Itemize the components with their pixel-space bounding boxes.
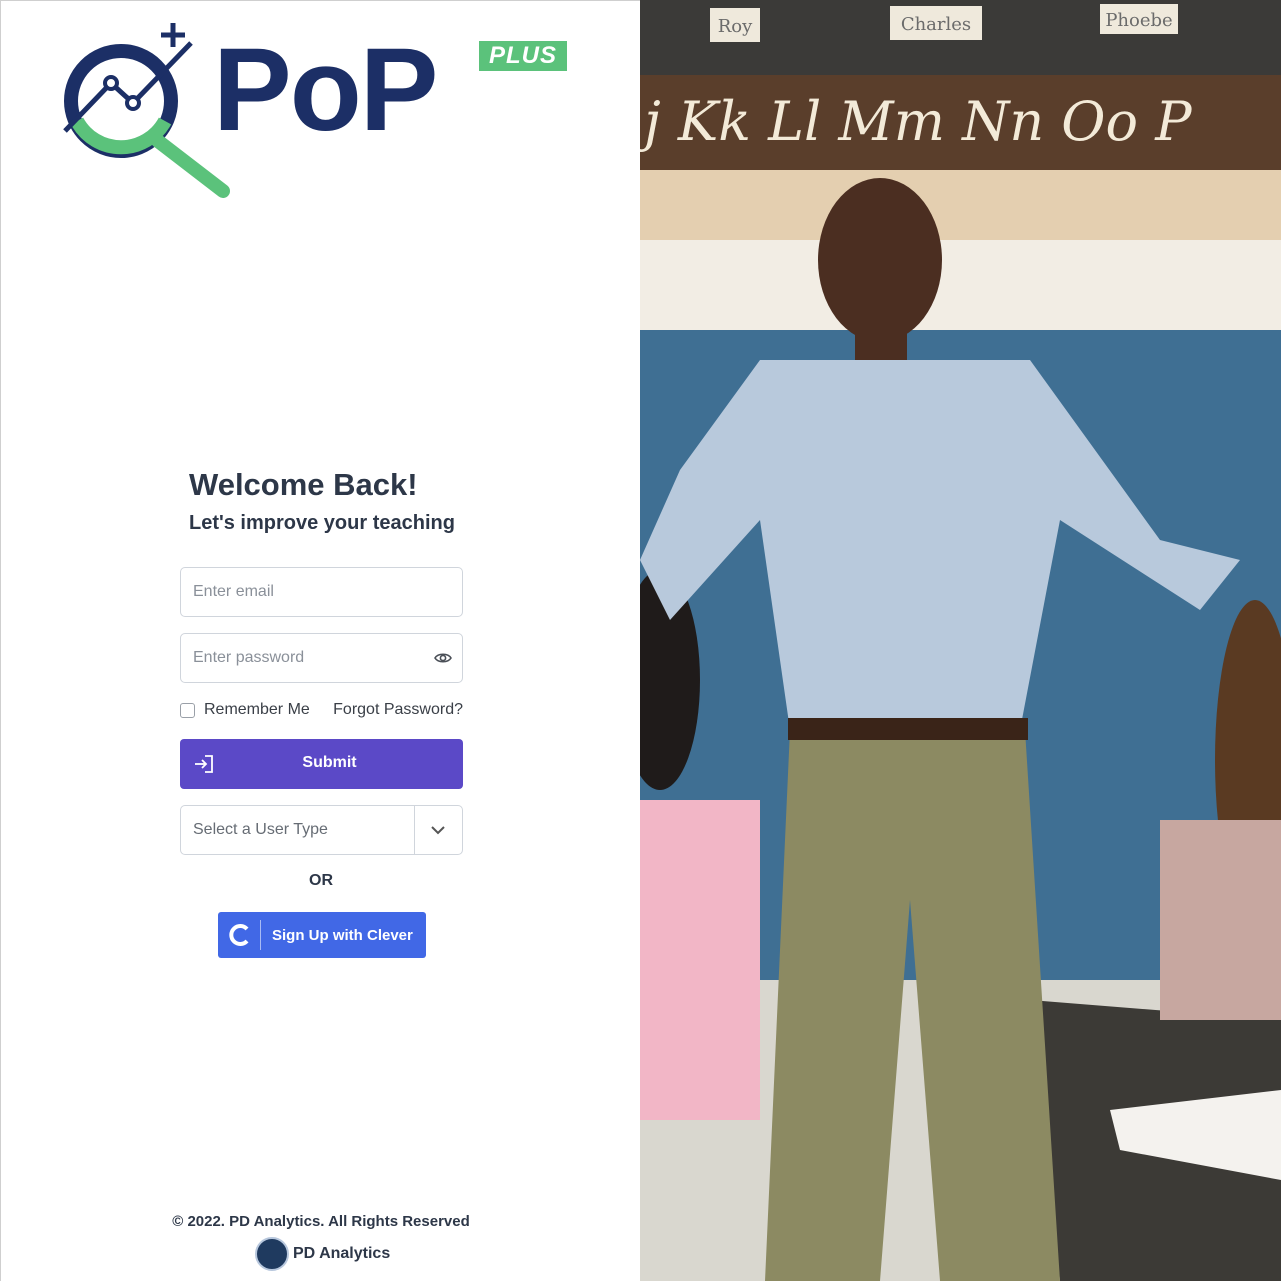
password-field-wrapper [180, 633, 463, 683]
eye-icon[interactable] [434, 650, 452, 666]
cursive-alphabet: j Kk Ll Mm Nn Oo P [640, 90, 1193, 153]
clever-label: Sign Up with Clever [272, 927, 413, 944]
submit-button[interactable]: Submit [180, 739, 463, 789]
password-field[interactable] [193, 634, 433, 682]
remember-me-label[interactable]: Remember Me [204, 701, 310, 719]
name-card-0: Roy [718, 16, 753, 37]
user-type-placeholder: Select a User Type [193, 821, 328, 838]
chevron-down-icon[interactable] [430, 824, 446, 836]
copyright-text: © 2022. PD Analytics. All Rights Reserve… [172, 1213, 470, 1230]
remember-me-checkbox[interactable] [180, 703, 195, 718]
user-type-select[interactable]: Select a User Type [180, 805, 463, 855]
remember-row: Remember Me Forgot Password? [180, 700, 463, 722]
footer-company-name: PD Analytics [293, 1245, 391, 1262]
or-separator: OR [309, 872, 333, 889]
clever-divider [260, 920, 261, 950]
pd-analytics-logo-icon [255, 1237, 289, 1271]
hero-photo: Roy Charles Phoebe j Kk Ll Mm Nn Oo P [640, 0, 1281, 1281]
clever-signup-button[interactable]: Sign Up with Clever [218, 912, 426, 958]
name-card-1: Charles [901, 14, 971, 35]
login-panel: PoP PLUS Welcome Back! Let's improve you… [0, 0, 640, 1281]
logo-plus-badge: PLUS [479, 41, 567, 71]
select-divider [414, 806, 415, 854]
classroom-teacher-image: Roy Charles Phoebe j Kk Ll Mm Nn Oo P [640, 0, 1281, 1281]
name-card-2: Phoebe [1105, 10, 1172, 31]
magnifier-chart-icon [63, 23, 230, 198]
clever-logo-icon [229, 924, 249, 946]
forgot-password-link[interactable]: Forgot Password? [333, 701, 463, 719]
logo-wordmark: PoP [213, 24, 438, 156]
page-subtitle: Let's improve your teaching [189, 512, 455, 534]
email-field-wrapper [180, 567, 463, 617]
submit-label: Submit [302, 754, 357, 771]
email-field[interactable] [193, 568, 433, 616]
page-title: Welcome Back! [189, 467, 418, 502]
pop-plus-logo: PoP PLUS [63, 21, 573, 201]
